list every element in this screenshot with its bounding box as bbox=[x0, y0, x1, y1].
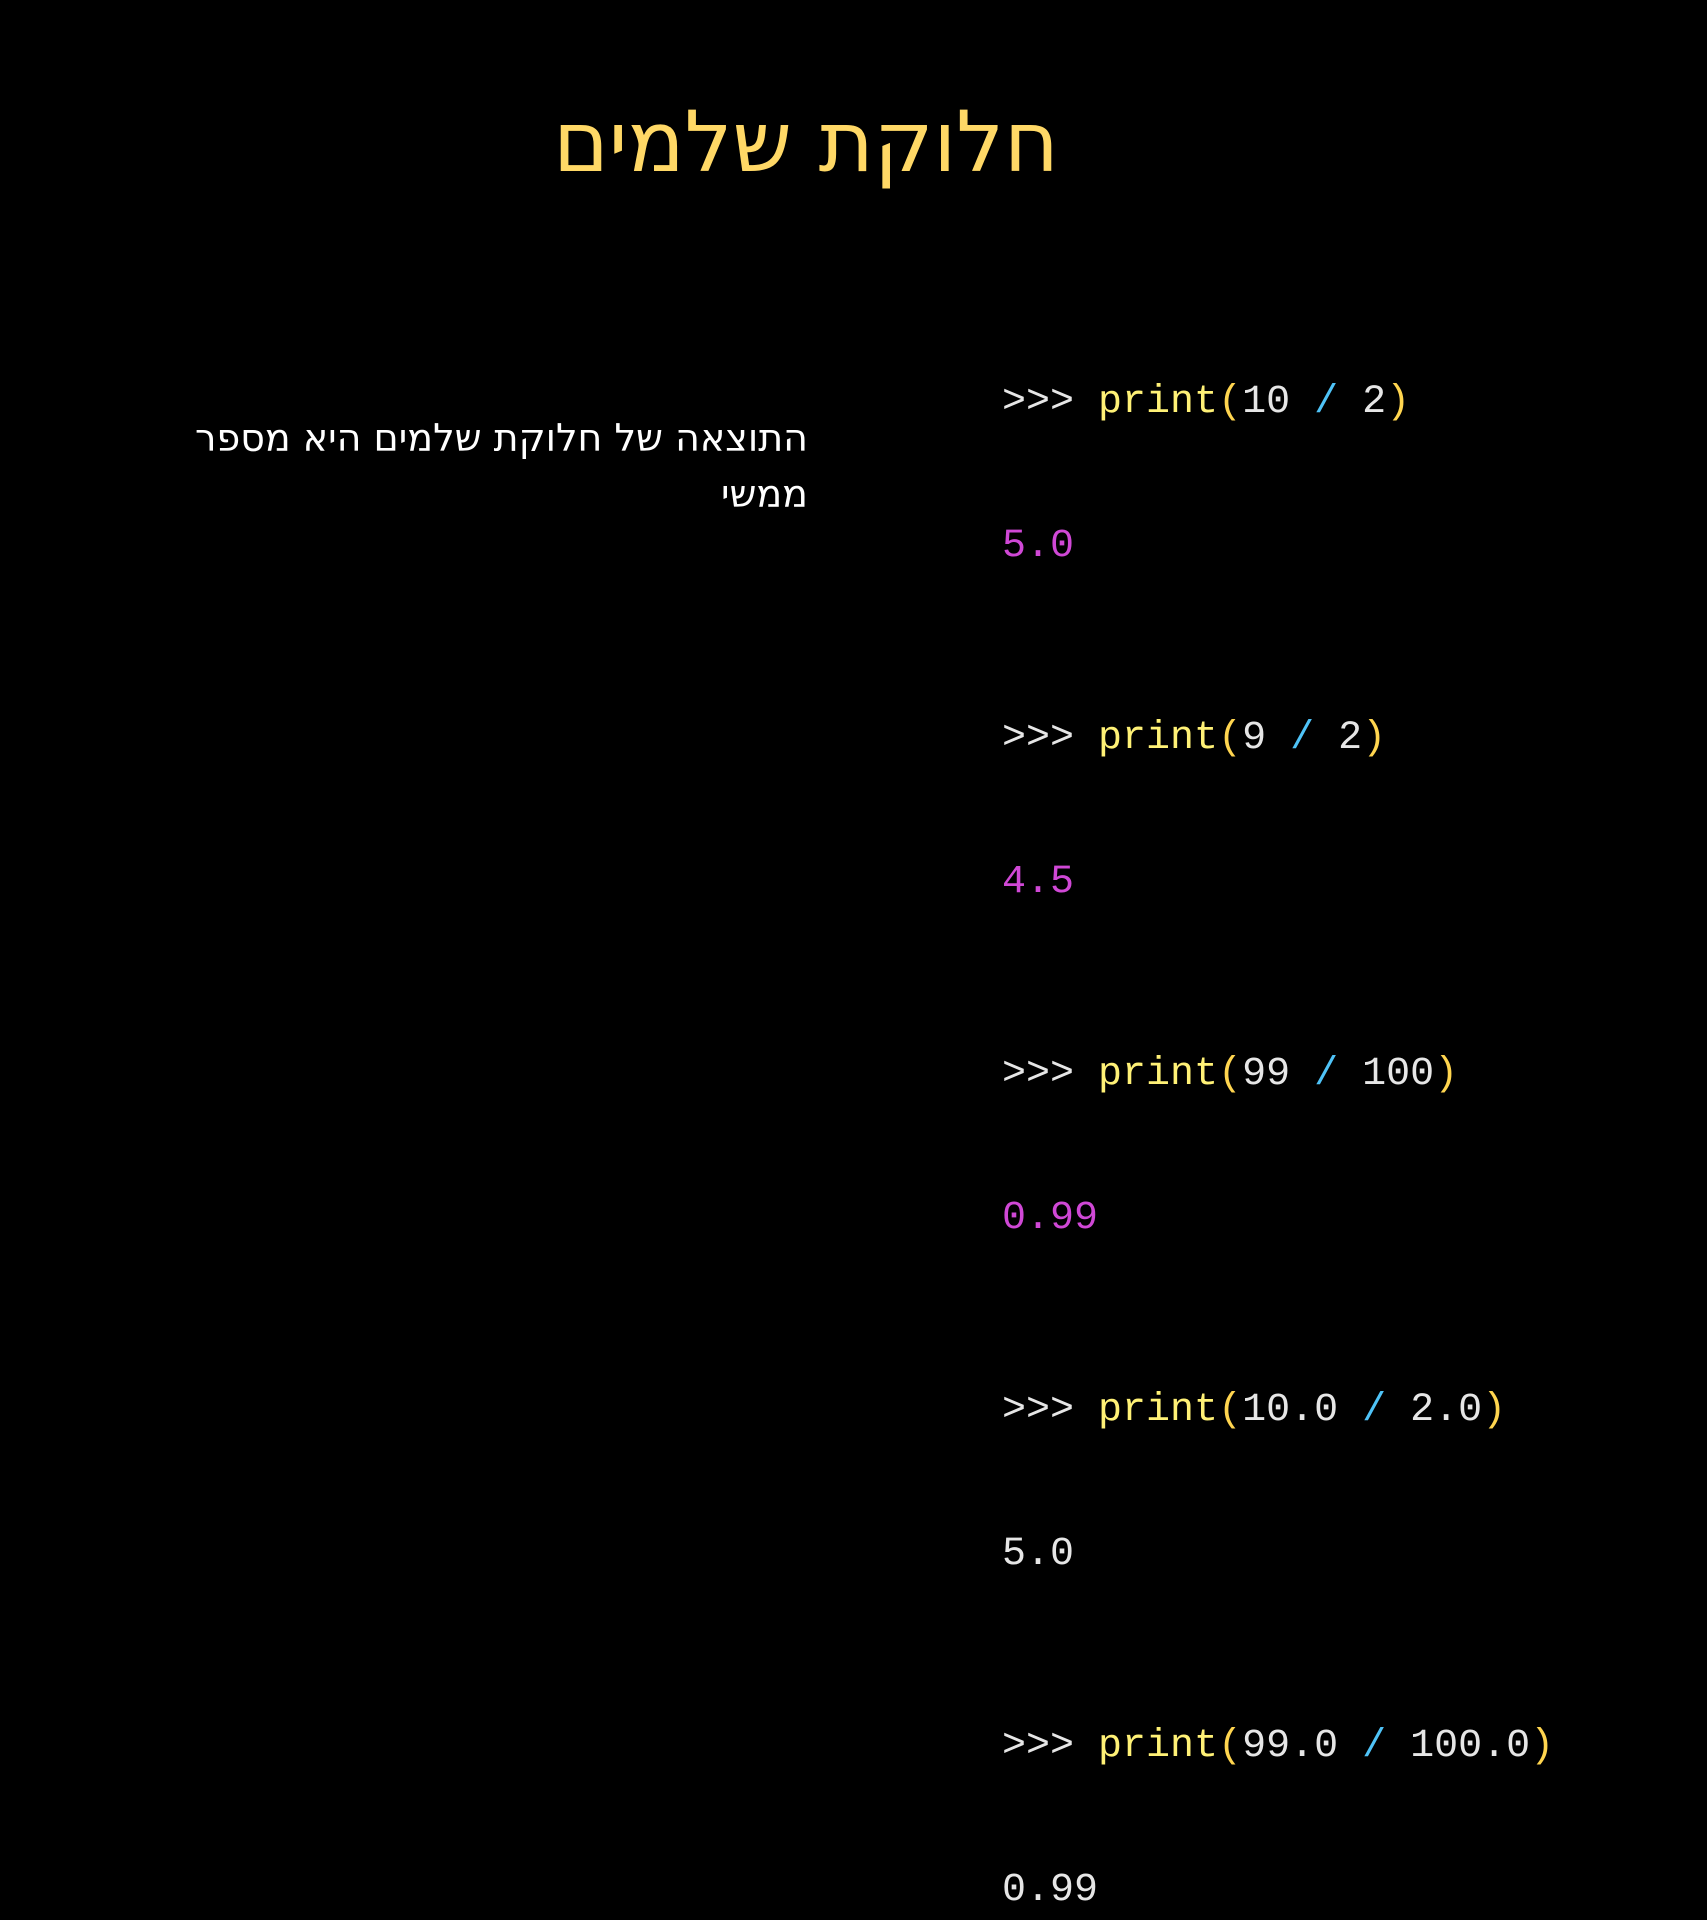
code-output-line-1: 5.0 bbox=[1002, 524, 1075, 569]
operand-a: 10.0 bbox=[1242, 1388, 1339, 1433]
code-input-line-1: >>> print(10 / 2) bbox=[1002, 379, 1554, 427]
prompt: >>> bbox=[1002, 1052, 1099, 1097]
operand-b: 100.0 bbox=[1410, 1724, 1531, 1769]
division-operator: / bbox=[1266, 716, 1339, 761]
function-name: print bbox=[1098, 380, 1219, 425]
slide-title: חלוקת שלמים bbox=[553, 93, 1059, 191]
open-paren: ( bbox=[1218, 1052, 1243, 1097]
open-paren: ( bbox=[1218, 380, 1243, 425]
prompt: >>> bbox=[1002, 1724, 1099, 1769]
close-paren: ) bbox=[1530, 1724, 1555, 1769]
open-paren: ( bbox=[1218, 1724, 1243, 1769]
operand-b: 2 bbox=[1362, 380, 1387, 425]
operand-b: 2.0 bbox=[1410, 1388, 1483, 1433]
description-text: התוצאה של חלוקת שלמים היא מספר ממשי bbox=[108, 410, 808, 522]
prompt: >>> bbox=[1002, 380, 1099, 425]
code-output-line-3: 0.99 bbox=[1002, 1196, 1099, 1241]
code-output-line-4: 5.0 bbox=[1002, 1532, 1075, 1577]
function-name: print bbox=[1098, 1724, 1219, 1769]
open-paren: ( bbox=[1218, 716, 1243, 761]
close-paren: ) bbox=[1386, 380, 1411, 425]
operand-a: 99.0 bbox=[1242, 1724, 1339, 1769]
operand-a: 9 bbox=[1242, 716, 1267, 761]
function-name: print bbox=[1098, 1052, 1219, 1097]
code-block: >>> print(10 / 2) 5.0 >>> print(9 / 2) 4… bbox=[1002, 283, 1554, 1920]
operand-b: 2 bbox=[1338, 716, 1363, 761]
operand-a: 10 bbox=[1242, 380, 1291, 425]
code-output-line-5: 0.99 bbox=[1002, 1868, 1099, 1913]
operand-b: 100 bbox=[1362, 1052, 1435, 1097]
close-paren: ) bbox=[1362, 716, 1387, 761]
description-line-1: התוצאה של חלוקת שלמים היא מספר bbox=[195, 416, 808, 460]
code-input-line-2: >>> print(9 / 2) bbox=[1002, 715, 1554, 763]
division-operator: / bbox=[1290, 380, 1363, 425]
open-paren: ( bbox=[1218, 1388, 1243, 1433]
prompt: >>> bbox=[1002, 716, 1099, 761]
prompt: >>> bbox=[1002, 1388, 1099, 1433]
code-input-line-5: >>> print(99.0 / 100.0) bbox=[1002, 1723, 1554, 1771]
division-operator: / bbox=[1338, 1724, 1411, 1769]
description-line-2: ממשי bbox=[720, 472, 808, 516]
function-name: print bbox=[1098, 716, 1219, 761]
close-paren: ) bbox=[1482, 1388, 1507, 1433]
code-input-line-4: >>> print(10.0 / 2.0) bbox=[1002, 1387, 1554, 1435]
code-input-line-3: >>> print(99 / 100) bbox=[1002, 1051, 1554, 1099]
division-operator: / bbox=[1338, 1388, 1411, 1433]
code-output-line-2: 4.5 bbox=[1002, 860, 1075, 905]
operand-a: 99 bbox=[1242, 1052, 1291, 1097]
function-name: print bbox=[1098, 1388, 1219, 1433]
close-paren: ) bbox=[1434, 1052, 1459, 1097]
division-operator: / bbox=[1290, 1052, 1363, 1097]
